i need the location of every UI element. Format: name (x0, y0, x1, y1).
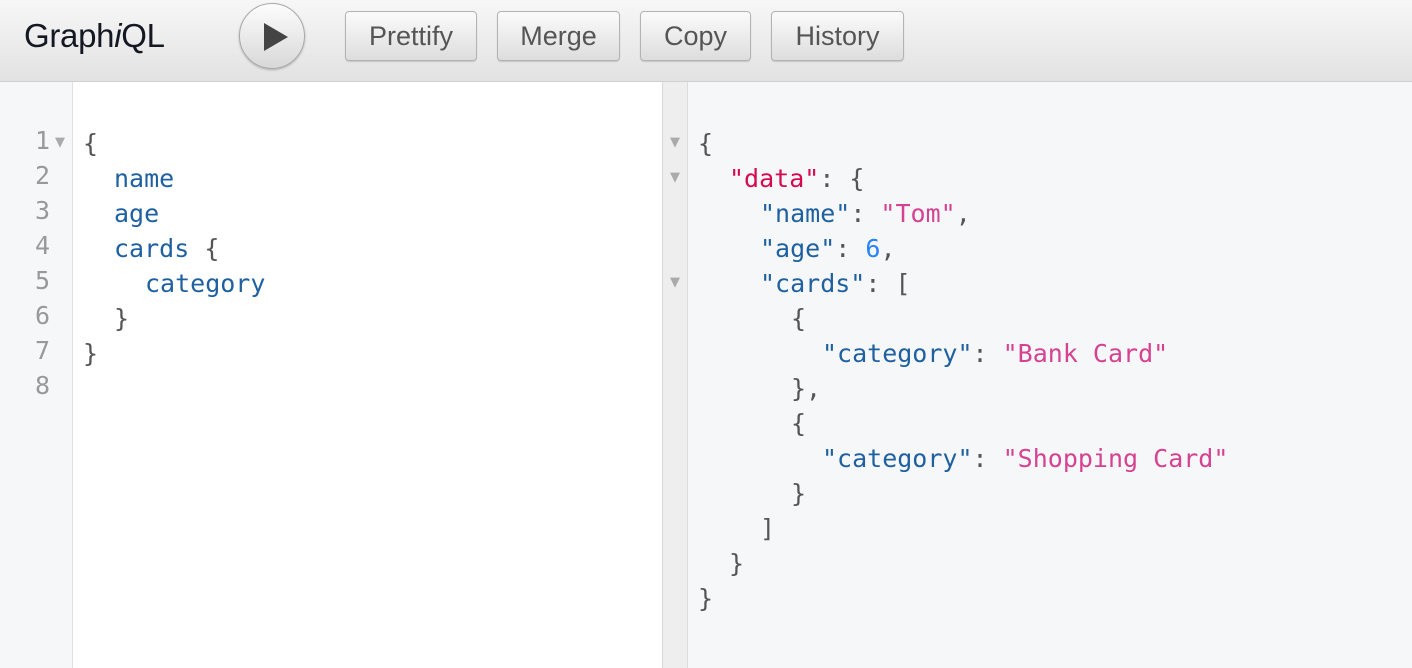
line-number: 1 (34, 126, 50, 155)
fold-arrow-icon[interactable]: ▼ (670, 135, 680, 150)
line-number: 2 (34, 161, 50, 190)
result-line: { (791, 304, 807, 333)
result-line: "category": "Bank Card" (822, 339, 1169, 368)
app-logo: GraphiQL (24, 17, 165, 55)
line-number: 5 (34, 266, 50, 295)
query-line: } (83, 339, 99, 368)
fold-arrow-icon[interactable]: ▼ (670, 170, 680, 185)
copy-button[interactable]: Copy (640, 11, 751, 61)
logo-suffix: QL (121, 17, 165, 54)
history-button[interactable]: History (771, 11, 904, 61)
query-line: { (83, 129, 99, 158)
query-line: } (114, 304, 130, 333)
result-line: "age": 6, (760, 234, 896, 263)
line-number: 3 (34, 196, 50, 225)
result-line: } (791, 479, 807, 508)
query-line: cards { (114, 234, 220, 263)
result-line: ] (760, 514, 776, 543)
line-number: 8 (34, 371, 50, 400)
result-line: } (698, 584, 714, 613)
line-number: 7 (34, 336, 50, 365)
result-line: "category": "Shopping Card" (822, 444, 1229, 473)
fold-arrow-icon[interactable]: ▼ (55, 135, 65, 150)
result-line: { (698, 129, 714, 158)
result-line: "name": "Tom", (760, 199, 971, 228)
result-line: } (729, 549, 745, 578)
query-line: category (145, 269, 266, 298)
result-viewer: ▼ ▼ ▼ { "data": { "name": "Tom", "age": … (670, 82, 1412, 668)
result-line: "cards": [ (760, 269, 911, 298)
query-line: age (114, 199, 160, 228)
play-icon (264, 23, 288, 51)
line-number: 6 (34, 301, 50, 330)
prettify-button[interactable]: Prettify (345, 11, 477, 61)
execute-query-button[interactable] (239, 3, 305, 69)
line-number-gutter: 1 2 3 4 5 6 7 8 ▼ (0, 82, 73, 668)
fold-arrow-icon[interactable]: ▼ (670, 275, 680, 290)
result-line: "data": { (729, 164, 865, 193)
query-line: name (114, 164, 175, 193)
line-number: 4 (34, 231, 50, 260)
result-line: }, (791, 374, 822, 403)
toolbar: GraphiQL Prettify Merge Copy History (0, 0, 1412, 82)
merge-button[interactable]: Merge (497, 11, 620, 61)
query-editor[interactable]: 1 2 3 4 5 6 7 8 ▼ { name age cards { cat… (0, 82, 662, 668)
logo-prefix: Graph (24, 17, 115, 54)
result-line: { (791, 409, 807, 438)
